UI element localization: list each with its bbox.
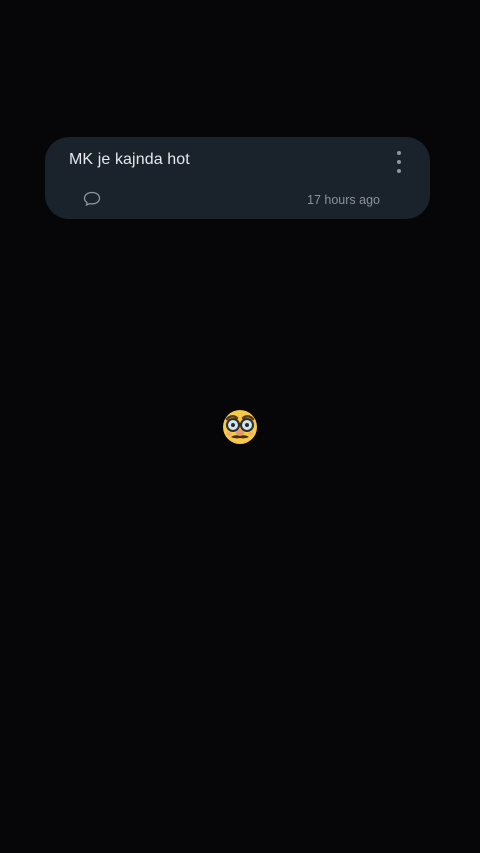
more-options-icon[interactable] <box>392 151 406 173</box>
screen: MK je kajnda hot 17 hours ago <box>0 0 480 853</box>
post-card[interactable]: MK je kajnda hot 17 hours ago <box>45 137 430 219</box>
more-dot <box>397 160 401 164</box>
disguised-face-emoji-icon <box>221 408 259 446</box>
comment-icon[interactable] <box>83 191 101 207</box>
more-dot <box>397 151 401 155</box>
more-dot <box>397 169 401 173</box>
post-text: MK je kajnda hot <box>69 151 190 168</box>
post-timestamp: 17 hours ago <box>307 193 380 207</box>
